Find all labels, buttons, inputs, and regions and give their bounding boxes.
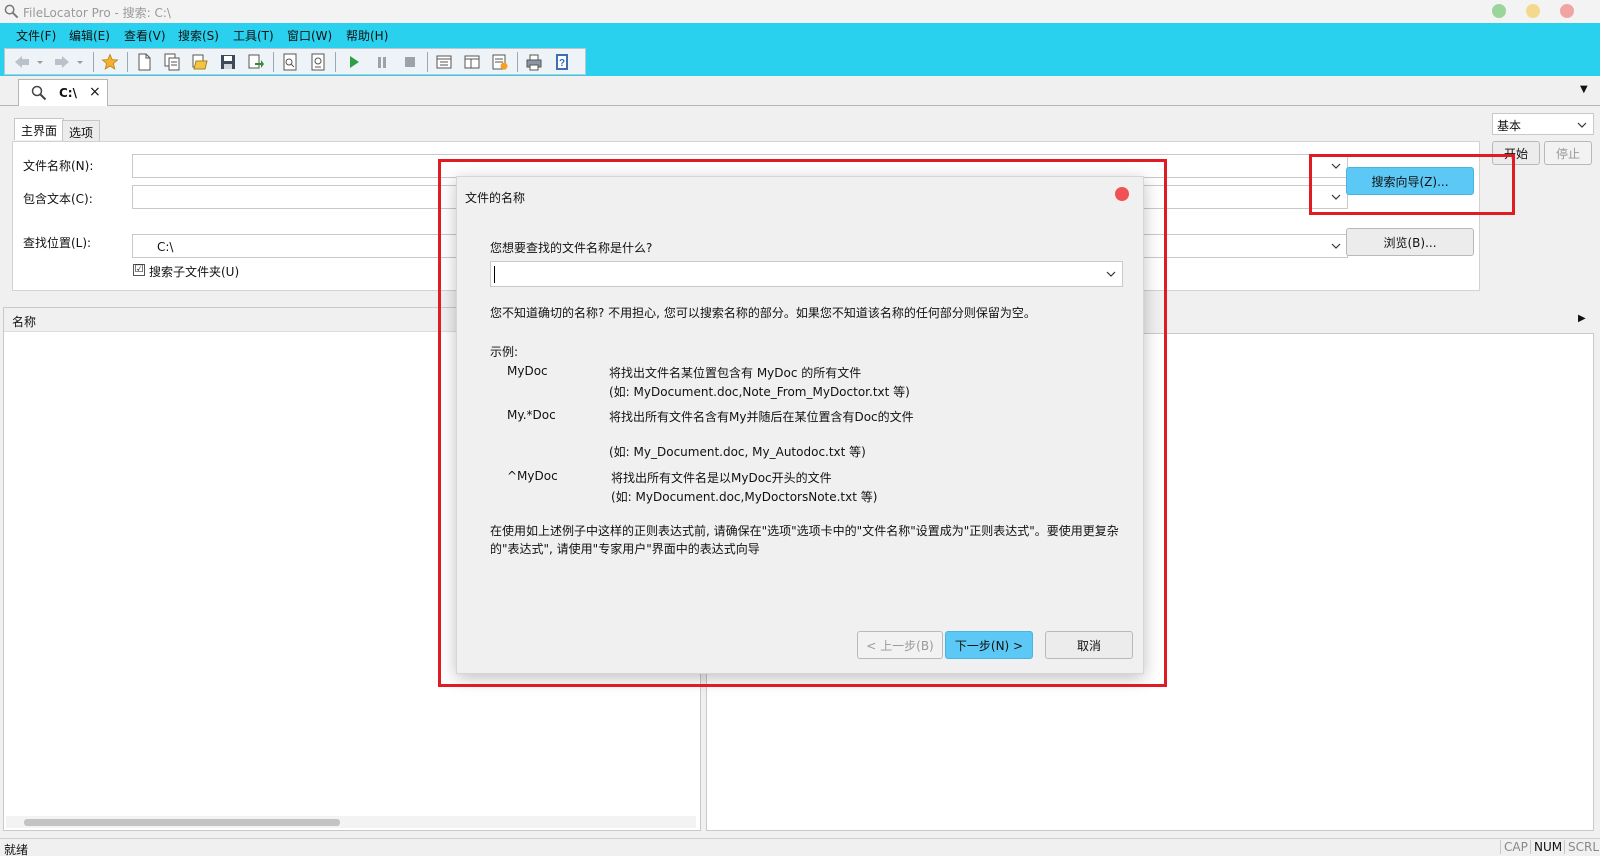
menu-window[interactable]: 窗口(W) <box>287 27 332 44</box>
maximize-button[interactable] <box>1492 4 1506 18</box>
stop-icon[interactable] <box>401 53 419 71</box>
menu-edit[interactable]: 编辑(E) <box>69 27 110 44</box>
name-column-header[interactable]: 名称 <box>12 313 36 330</box>
open-folder-icon[interactable] <box>191 53 209 71</box>
horizontal-scrollbar[interactable] <box>6 816 696 828</box>
chevron-down-icon[interactable] <box>1577 120 1587 130</box>
window-title: FileLocator Pro - 搜索: C:\ <box>23 6 171 20</box>
look-in-value: C:\ <box>157 240 174 254</box>
wizard-button-highlight-box <box>1309 154 1515 215</box>
interface-mode-select[interactable]: 基本 <box>1492 113 1594 135</box>
mode-value: 基本 <box>1497 119 1522 133</box>
chevron-down-icon[interactable] <box>1331 241 1341 251</box>
toolbar: ? <box>0 46 1600 76</box>
subfolders-label: 搜索子文件夹(U) <box>149 265 240 279</box>
magnifier-app-icon <box>4 4 19 19</box>
help-book-icon[interactable]: ? <box>553 53 571 71</box>
subfolders-checkbox[interactable]: ☑ <box>133 264 145 276</box>
document-tab-strip: C:\ × ▼ <box>0 76 1600 107</box>
scrollbar-thumb[interactable] <box>24 819 340 826</box>
dialog-highlight-box <box>438 159 1167 687</box>
export-icon[interactable] <box>247 53 265 71</box>
print-icon[interactable] <box>525 53 543 71</box>
forward-dropdown-icon[interactable] <box>75 53 85 71</box>
status-bar: 就绪 CAP NUM SCRL <box>0 838 1600 856</box>
search-criteria-icon[interactable] <box>281 53 299 71</box>
close-window-button[interactable] <box>1560 4 1574 18</box>
title-bar: FileLocator Pro - 搜索: C:\ <box>0 0 1600 23</box>
back-dropdown-icon[interactable] <box>35 53 45 71</box>
favorites-star-icon[interactable] <box>101 53 119 71</box>
look-in-label: 查找位置(L): <box>23 236 92 250</box>
forward-arrow-icon[interactable] <box>53 53 71 71</box>
view-list-icon[interactable] <box>435 53 453 71</box>
tab-search-c[interactable]: C:\ × <box>18 79 108 107</box>
tab-list-dropdown-icon[interactable]: ▼ <box>1580 84 1588 95</box>
tab-close-icon[interactable]: × <box>89 84 101 100</box>
search-report-icon[interactable] <box>309 53 327 71</box>
view-columns-icon[interactable] <box>463 53 481 71</box>
num-lock-indicator: NUM <box>1530 840 1565 854</box>
minimize-button[interactable] <box>1526 4 1540 18</box>
scroll-lock-indicator: SCRL <box>1564 840 1600 854</box>
menu-view[interactable]: 查看(V) <box>124 27 166 44</box>
browse-button[interactable]: 浏览(B)... <box>1346 228 1474 256</box>
new-document-icon[interactable] <box>135 53 153 71</box>
containing-text-label: 包含文本(C): <box>23 192 93 206</box>
menu-bar: 文件(F) 编辑(E) 查看(V) 搜索(S) 工具(T) 窗口(W) 帮助(H… <box>0 23 1600 46</box>
tab-options[interactable]: 选项 <box>62 120 101 142</box>
search-icon <box>31 85 47 101</box>
caps-lock-indicator: CAP <box>1500 840 1531 854</box>
tab-main[interactable]: 主界面 <box>14 118 65 140</box>
pause-icon[interactable] <box>373 53 391 71</box>
tab-label: C:\ <box>59 86 77 100</box>
menu-search[interactable]: 搜索(S) <box>178 27 219 44</box>
filename-label: 文件名称(N): <box>23 159 94 173</box>
copy-document-icon[interactable] <box>163 53 181 71</box>
svg-text:?: ? <box>559 58 565 69</box>
view-details-icon[interactable] <box>491 53 509 71</box>
menu-file[interactable]: 文件(F) <box>16 27 56 44</box>
menu-help[interactable]: 帮助(H) <box>346 27 388 44</box>
start-play-icon[interactable] <box>345 53 363 71</box>
menu-tools[interactable]: 工具(T) <box>233 27 274 44</box>
back-arrow-icon[interactable] <box>13 53 31 71</box>
status-text: 就绪 <box>4 843 29 856</box>
save-icon[interactable] <box>219 53 237 71</box>
expand-arrow-icon[interactable]: ▶ <box>1578 313 1586 324</box>
stop-button[interactable]: 停止 <box>1544 141 1592 165</box>
